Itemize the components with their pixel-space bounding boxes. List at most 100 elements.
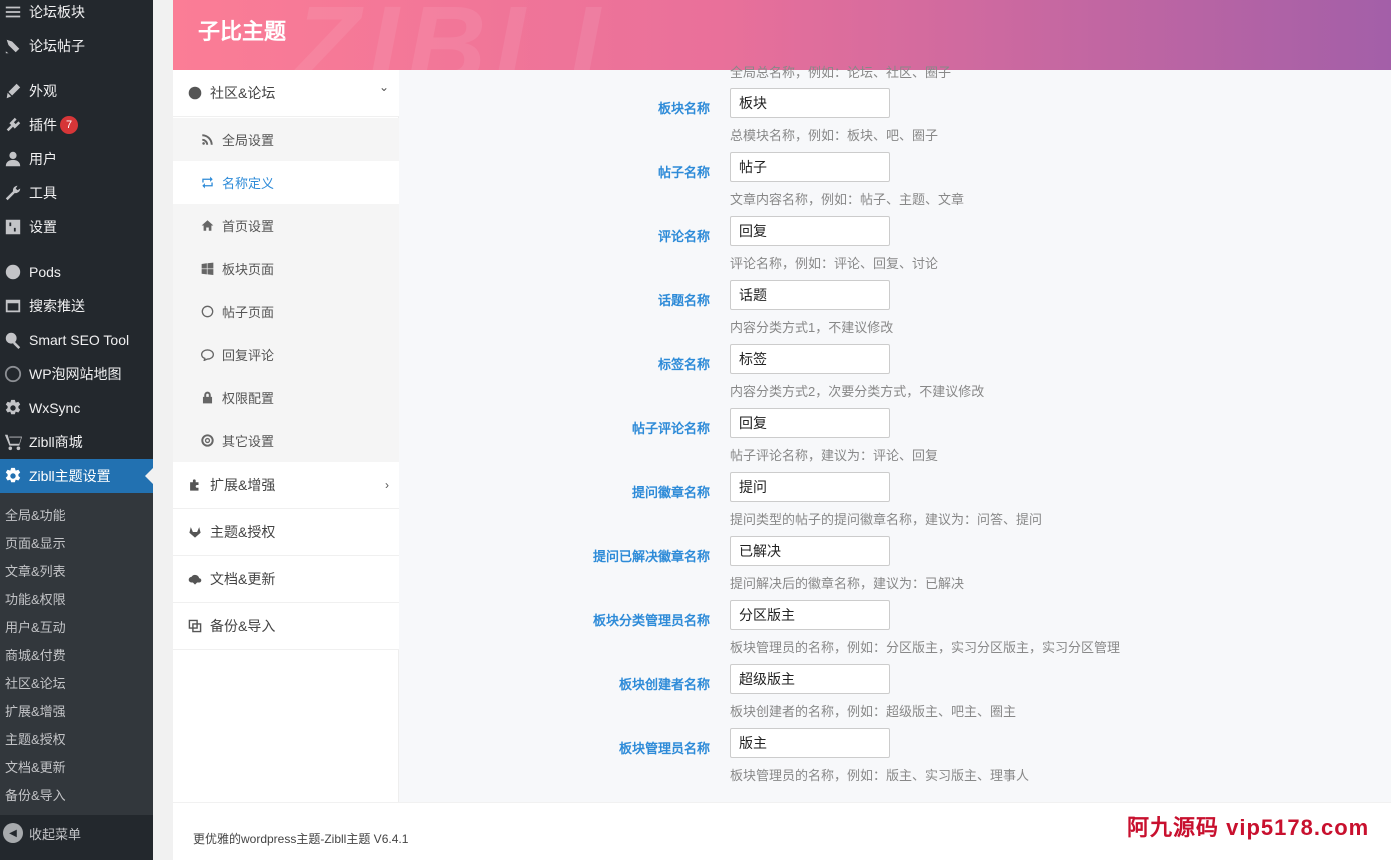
settings-icon	[3, 217, 23, 237]
nav-sub-item[interactable]: 全局设置	[173, 118, 399, 161]
nav-sub-item[interactable]: 帖子页面	[173, 290, 399, 333]
form-field: 评论名称评论名称，例如：评论、回复、讨论	[399, 216, 1391, 280]
wp-submenu-item[interactable]: 文章&列表	[5, 556, 66, 584]
wp-submenu-item[interactable]: 主题&授权	[5, 724, 66, 752]
wp-menu-item[interactable]: WxSync	[0, 391, 153, 425]
name-input[interactable]	[730, 280, 890, 310]
name-input[interactable]	[730, 88, 890, 118]
form-field: 提问已解决徽章名称提问解决后的徽章名称，建议为：已解决	[399, 536, 1391, 600]
wp-menu-item[interactable]: 外观	[0, 74, 153, 108]
wp-menu-label: 论坛帖子	[29, 38, 85, 54]
wp-menu-label: 论坛板块	[29, 4, 85, 20]
name-input[interactable]	[730, 344, 890, 374]
nav-group[interactable]: 扩展&增强 ›	[173, 462, 399, 509]
windows-icon	[200, 262, 214, 276]
field-description: 总模块名称，例如：板块、吧、圈子	[730, 128, 939, 143]
wp-menu-item[interactable]: Zibll商城	[0, 425, 153, 459]
nav-group[interactable]: 社区&论坛 ⌄	[173, 70, 399, 117]
nav-sub-item[interactable]: 其它设置	[173, 419, 399, 462]
nav-sub-item[interactable]: 回复评论	[173, 333, 399, 376]
wp-submenu-item[interactable]: 备份&导入	[5, 780, 66, 808]
nav-group[interactable]: 主题&授权	[173, 509, 399, 556]
wp-submenu-item[interactable]: 功能&权限	[5, 584, 66, 612]
lifebuoy-icon	[200, 434, 214, 448]
wp-menu-item[interactable]: 论坛帖子	[0, 29, 153, 63]
nav-group[interactable]: 文档&更新	[173, 556, 399, 603]
nav-sub-label: 板块页面	[222, 262, 275, 277]
wp-menu-label: WxSync	[29, 400, 81, 416]
nav-sub-item[interactable]: 名称定义	[173, 161, 399, 204]
wp-menu-label: 插件	[29, 117, 57, 133]
name-input[interactable]	[730, 536, 890, 566]
header-watermark: ZIBLL	[293, 0, 645, 70]
update-count-badge: 7	[60, 116, 78, 134]
globe-icon	[200, 305, 214, 319]
field-description: 提问解决后的徽章名称，建议为：已解决	[730, 576, 965, 591]
form-field: 板块管理员名称板块管理员的名称，例如：版主、实习版主、理事人	[399, 728, 1391, 792]
nav-submenu: 全局设置名称定义首页设置板块页面帖子页面回复评论权限配置其它设置	[173, 118, 399, 462]
rss-icon	[200, 133, 214, 147]
wp-menu-item[interactable]: 设置	[0, 210, 153, 244]
wp-submenu-item[interactable]: 文档&更新	[5, 752, 66, 780]
wp-submenu-item[interactable]: 用户&互动	[5, 612, 66, 640]
nav-group-label: 扩展&增强	[210, 477, 276, 493]
name-input[interactable]	[730, 216, 890, 246]
field-label: 帖子名称	[657, 165, 710, 180]
field-description: 内容分类方式2，次要分类方式，不建议修改	[730, 384, 985, 399]
name-input[interactable]	[730, 728, 890, 758]
form-field: 板块分类管理员名称板块管理员的名称，例如：分区版主，实习分区版主，实习分区管理	[399, 600, 1391, 664]
wp-menu-item[interactable]: Smart SEO Tool	[0, 323, 153, 357]
field-label: 板块名称	[657, 101, 710, 116]
nav-group[interactable]: 备份&导入	[173, 603, 399, 650]
wp-admin-sidebar: 论坛板块 论坛帖子 外观 插件 7 用户 工具 设置 Pods 搜索推送 Smart SEO Too…	[0, 0, 153, 860]
footer: 更优雅的wordpress主题-Zibll主题 V6.4.1 阿九源码 vip5…	[173, 803, 1391, 860]
wp-submenu-item[interactable]: 页面&显示	[5, 528, 66, 556]
puzzle-icon	[188, 478, 202, 492]
wp-menu-label: Zibll商城	[29, 434, 83, 450]
name-input[interactable]	[730, 472, 890, 502]
nav-sub-label: 回复评论	[222, 348, 275, 363]
wp-menu-item[interactable]: WP泡网站地图	[0, 357, 153, 391]
nav-sub-label: 权限配置	[222, 391, 275, 406]
appearance-icon	[3, 81, 23, 101]
form-field: 帖子评论名称帖子评论名称，建议为：评论、回复	[399, 408, 1391, 472]
nav-sub-label: 全局设置	[222, 133, 275, 148]
form-field: 帖子名称文章内容名称，例如：帖子、主题、文章	[399, 152, 1391, 216]
pods-icon	[3, 262, 23, 282]
nav-sub-item[interactable]: 板块页面	[173, 247, 399, 290]
nav-sub-item[interactable]: 权限配置	[173, 376, 399, 419]
field-description: 全局总名称，例如：论坛、社区、圈子	[730, 65, 952, 80]
collapse-icon: ◀	[3, 823, 23, 843]
wp-submenu-item[interactable]: 扩展&增强	[5, 696, 66, 724]
settings-nav: 社区&论坛 ⌄ 扩展&增强 › 主题&授权 文档&更新备份&导入 全局设置名称定义首页设置…	[173, 70, 399, 802]
wp-submenu-item[interactable]: 商城&付费	[5, 640, 66, 668]
footer-version-text: 更优雅的wordpress主题-Zibll主题 V6.4.1	[193, 832, 409, 846]
user-icon	[3, 149, 23, 169]
sitemap-icon	[3, 364, 23, 384]
nav-sub-label: 首页设置	[222, 219, 275, 234]
wp-menu-label: 设置	[29, 219, 57, 235]
wp-menu-item[interactable]: 用户	[0, 142, 153, 176]
name-input[interactable]	[730, 600, 890, 630]
name-input[interactable]	[730, 664, 890, 694]
wp-menu-item[interactable]: 论坛板块	[0, 0, 153, 29]
name-input[interactable]	[730, 408, 890, 438]
gitlab-icon	[188, 525, 202, 539]
nav-sub-item[interactable]: 首页设置	[173, 204, 399, 247]
nav-group-label: 备份&导入	[210, 618, 276, 634]
wp-menu-item[interactable]: 搜索推送	[0, 289, 153, 323]
name-input[interactable]	[730, 152, 890, 182]
copy-icon	[188, 619, 202, 633]
wp-menu-item[interactable]: Pods	[0, 255, 153, 289]
wp-menu-item[interactable]: 工具	[0, 176, 153, 210]
wp-submenu-item[interactable]: 社区&论坛	[5, 668, 66, 696]
wp-menu-item[interactable]: 插件 7	[0, 108, 153, 142]
wrench-icon	[3, 183, 23, 203]
wp-submenu-item[interactable]: 全局&功能	[5, 500, 66, 528]
collapse-menu-button[interactable]: ◀ 收起菜单	[0, 818, 153, 848]
wp-menu-item[interactable]: Zibll主题设置	[0, 459, 153, 493]
field-description: 帖子评论名称，建议为：评论、回复	[730, 448, 939, 463]
dashboard-icon	[188, 86, 202, 100]
nav-sub-label: 其它设置	[222, 434, 275, 449]
home-icon	[200, 219, 214, 233]
